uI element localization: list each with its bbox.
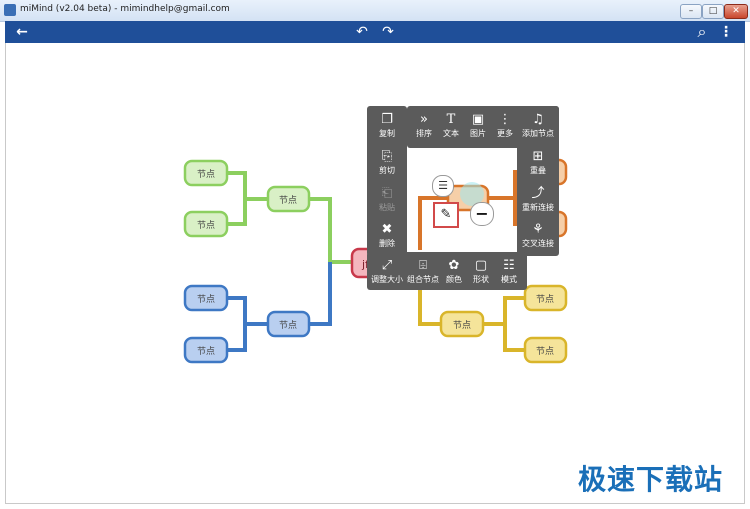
- resize-label: 调整大小: [371, 275, 403, 284]
- mode-button[interactable]: ☷ 模式: [495, 258, 523, 285]
- image-button[interactable]: ▣ 图片: [465, 112, 491, 139]
- mind-node[interactable]: 节点: [266, 310, 311, 338]
- overlap-icon: ⊞: [532, 149, 544, 164]
- site-watermark: 极速下载站: [578, 463, 724, 496]
- mode-icon: ☷: [503, 258, 515, 273]
- sort-icon: »: [420, 112, 428, 127]
- group-node-icon: ⌹: [419, 258, 427, 273]
- add-node-button[interactable]: ♫ 添加节点: [519, 112, 557, 139]
- color-button[interactable]: ✿ 颜色: [441, 258, 467, 285]
- more-button[interactable]: ⋮ 更多: [492, 112, 518, 139]
- copy-button[interactable]: ❐ 复制: [369, 112, 405, 139]
- add-node-icon: ♫: [532, 112, 544, 127]
- note-icon[interactable]: ☰: [432, 175, 454, 197]
- image-icon: ▣: [471, 112, 485, 127]
- image-label: 图片: [470, 129, 486, 138]
- edit-pencil-icon[interactable]: ✎: [433, 202, 459, 228]
- node-label: 节点: [279, 320, 297, 331]
- node-label: 节点: [536, 346, 554, 357]
- mind-node[interactable]: 节点: [183, 210, 229, 238]
- node-label: 节点: [197, 169, 215, 180]
- cut-icon: ⎘: [381, 149, 393, 164]
- paste-button[interactable]: ⎗ 粘贴: [369, 186, 405, 213]
- more-label: 更多: [497, 129, 513, 138]
- node-label: 节点: [197, 294, 215, 305]
- overlap-label: 重叠: [530, 166, 546, 175]
- resize-button[interactable]: ⤢ 调整大小: [369, 258, 405, 285]
- mind-node[interactable]: 节点: [183, 159, 229, 187]
- mind-node[interactable]: 节点: [439, 310, 485, 338]
- color-label: 颜色: [446, 275, 462, 284]
- mind-node[interactable]: 节点: [183, 336, 229, 364]
- paste-icon: ⎗: [381, 186, 393, 201]
- sort-label: 排序: [416, 129, 432, 138]
- palette-icon: ✿: [448, 258, 460, 273]
- mind-node[interactable]: 节点: [266, 185, 311, 213]
- node-label: 节点: [279, 195, 297, 206]
- mind-node[interactable]: 节点: [523, 336, 568, 364]
- node-context-menu: ❐ 复制 ⎘ 剪切 ⎗ 粘贴 ✖ 删除 » 排序 T 文本 ▣ 图片 ⋮ 更多 …: [367, 106, 559, 290]
- cross-link-button[interactable]: ⚘ 交叉连接: [519, 222, 557, 249]
- cut-label: 剪切: [379, 166, 395, 175]
- node-label: 节点: [197, 220, 215, 231]
- text-button[interactable]: T 文本: [438, 112, 464, 139]
- group-node-button[interactable]: ⌹ 组合节点: [405, 258, 441, 285]
- copy-label: 复制: [379, 129, 395, 138]
- add-node-label: 添加节点: [522, 129, 554, 138]
- reconnect-label: 重新连接: [522, 203, 554, 212]
- resize-icon: ⤢: [381, 258, 393, 273]
- delete-label: 删除: [379, 239, 395, 248]
- cross-link-label: 交叉连接: [522, 239, 554, 248]
- mode-label: 模式: [501, 275, 517, 284]
- shape-label: 形状: [473, 275, 489, 284]
- text-label: 文本: [443, 129, 459, 138]
- delete-button[interactable]: ✖ 删除: [369, 222, 405, 249]
- sort-button[interactable]: » 排序: [411, 112, 437, 139]
- node-label: 节点: [453, 320, 471, 331]
- cross-link-icon: ⚘: [532, 222, 544, 237]
- node-label: 节点: [197, 346, 215, 357]
- reconnect-icon: ⤴: [531, 186, 545, 201]
- more-icon: ⋮: [498, 112, 512, 127]
- reconnect-button[interactable]: ⤴ 重新连接: [519, 186, 557, 213]
- cut-button[interactable]: ⎘ 剪切: [369, 149, 405, 176]
- shape-button[interactable]: ▢ 形状: [468, 258, 494, 285]
- copy-icon: ❐: [381, 112, 393, 127]
- group-node-label: 组合节点: [407, 275, 439, 284]
- trash-icon: ✖: [381, 222, 393, 237]
- node-label: 节点: [536, 294, 554, 305]
- shape-icon: ▢: [474, 258, 488, 273]
- mind-node[interactable]: 节点: [183, 284, 229, 312]
- text-icon: T: [446, 112, 456, 127]
- overlap-button[interactable]: ⊞ 重叠: [519, 149, 557, 176]
- paste-label: 粘贴: [379, 203, 395, 212]
- collapse-minus-icon[interactable]: −: [470, 202, 494, 226]
